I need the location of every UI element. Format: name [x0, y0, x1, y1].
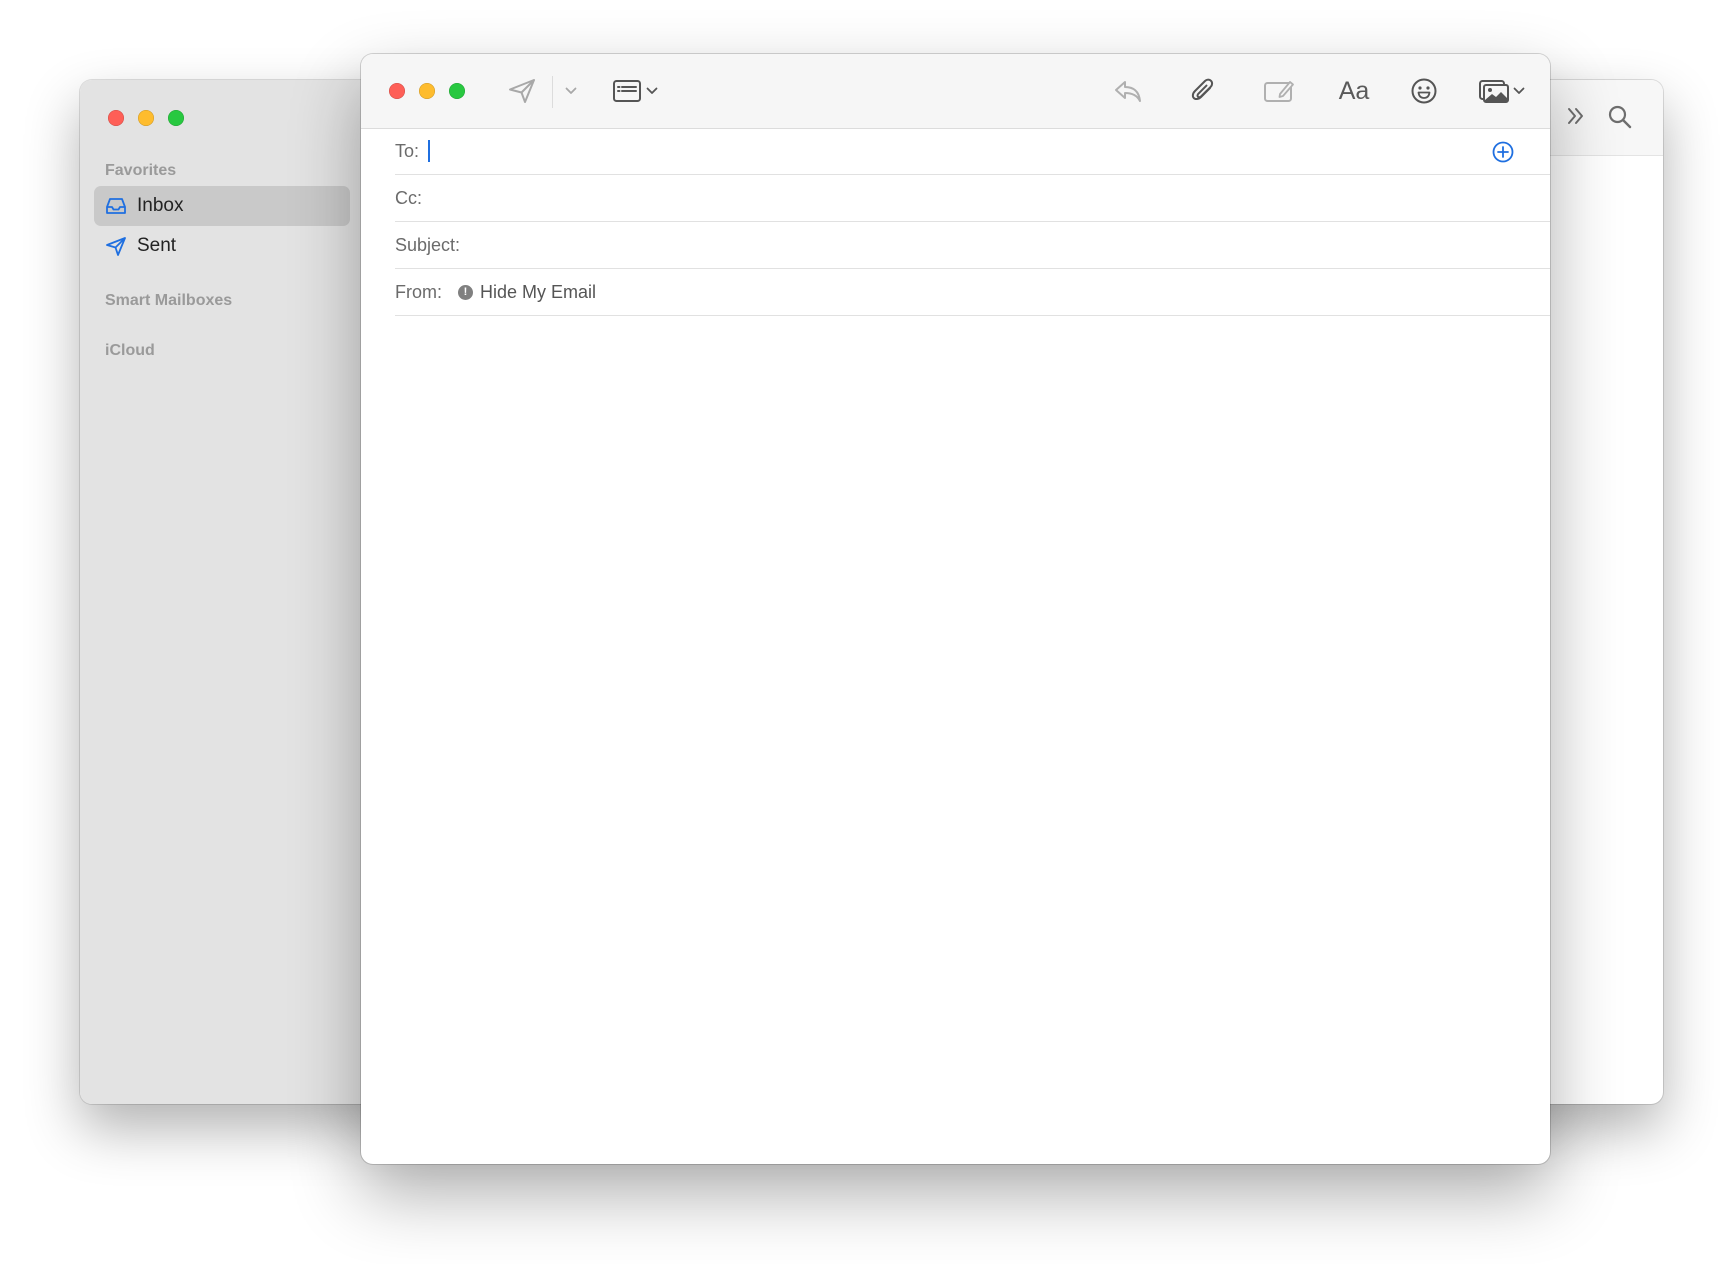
send-button[interactable]: [505, 54, 539, 128]
sidebar: Favorites Inbox Sent Smart Mailboxes iCl…: [80, 80, 380, 1104]
sidebar-item-sent[interactable]: Sent: [94, 226, 350, 266]
window-controls: [108, 110, 184, 126]
to-label: To:: [395, 140, 420, 161]
header-fields-icon: [613, 80, 641, 102]
reply-button[interactable]: [1108, 54, 1148, 128]
attach-button[interactable]: [1183, 54, 1223, 128]
background-toolbar: [1543, 80, 1663, 156]
markup-icon: [1264, 81, 1294, 102]
emoji-button[interactable]: [1404, 54, 1444, 128]
zoom-button[interactable]: [168, 110, 184, 126]
subject-label: Subject:: [395, 234, 461, 255]
search-icon[interactable]: [1607, 104, 1633, 135]
from-selector[interactable]: ! Hide My Email: [458, 282, 596, 303]
zoom-button[interactable]: [449, 83, 465, 99]
to-field[interactable]: To:: [395, 128, 1550, 175]
favorites-heading[interactable]: Favorites: [105, 162, 176, 180]
photo-browser-button[interactable]: [1473, 54, 1529, 128]
from-field: From: ! Hide My Email: [395, 269, 1550, 316]
emoji-icon: [1411, 78, 1437, 104]
compose-window-controls: [389, 83, 465, 99]
sidebar-item-inbox[interactable]: Inbox: [94, 186, 350, 226]
paper-plane-icon: [106, 237, 126, 256]
add-contact-button[interactable]: [1492, 141, 1514, 168]
send-options-button[interactable]: [561, 54, 581, 128]
text-cursor: [428, 140, 431, 162]
format-button[interactable]: Aa: [1331, 54, 1377, 128]
cc-label: Cc:: [395, 187, 422, 208]
subject-field[interactable]: Subject:: [395, 222, 1550, 269]
cc-field[interactable]: Cc:: [395, 175, 1550, 222]
sidebar-item-label: Sent: [137, 235, 177, 256]
tray-icon: [106, 198, 126, 214]
plus-circle-icon: [1492, 141, 1514, 163]
reply-icon: [1115, 81, 1141, 102]
header-fields-button[interactable]: [610, 54, 660, 128]
icloud-heading[interactable]: iCloud: [105, 342, 155, 360]
compose-toolbar: Aa: [361, 54, 1550, 129]
message-body[interactable]: [361, 369, 1550, 1164]
send-icon: [509, 79, 535, 103]
minimize-button[interactable]: [419, 83, 435, 99]
close-button[interactable]: [389, 83, 405, 99]
warning-icon: !: [458, 284, 473, 300]
chevron-down-icon: [646, 87, 658, 94]
markup-button[interactable]: [1257, 54, 1301, 128]
chevron-down-icon: [565, 87, 577, 94]
chevron-double-right-icon[interactable]: [1565, 104, 1587, 133]
sidebar-item-label: Inbox: [137, 195, 184, 216]
paperclip-icon: [1191, 78, 1214, 101]
minimize-button[interactable]: [138, 110, 154, 126]
chevron-down-icon: [1513, 87, 1524, 94]
photo-browser-icon: [1478, 80, 1509, 103]
from-value: Hide My Email: [480, 281, 597, 302]
compose-window: Aa To: Cc: Subject: From: ! Hide My Emai…: [361, 54, 1550, 1164]
from-label: From:: [395, 281, 442, 302]
smart-mailboxes-heading[interactable]: Smart Mailboxes: [105, 292, 232, 310]
close-button[interactable]: [108, 110, 124, 126]
